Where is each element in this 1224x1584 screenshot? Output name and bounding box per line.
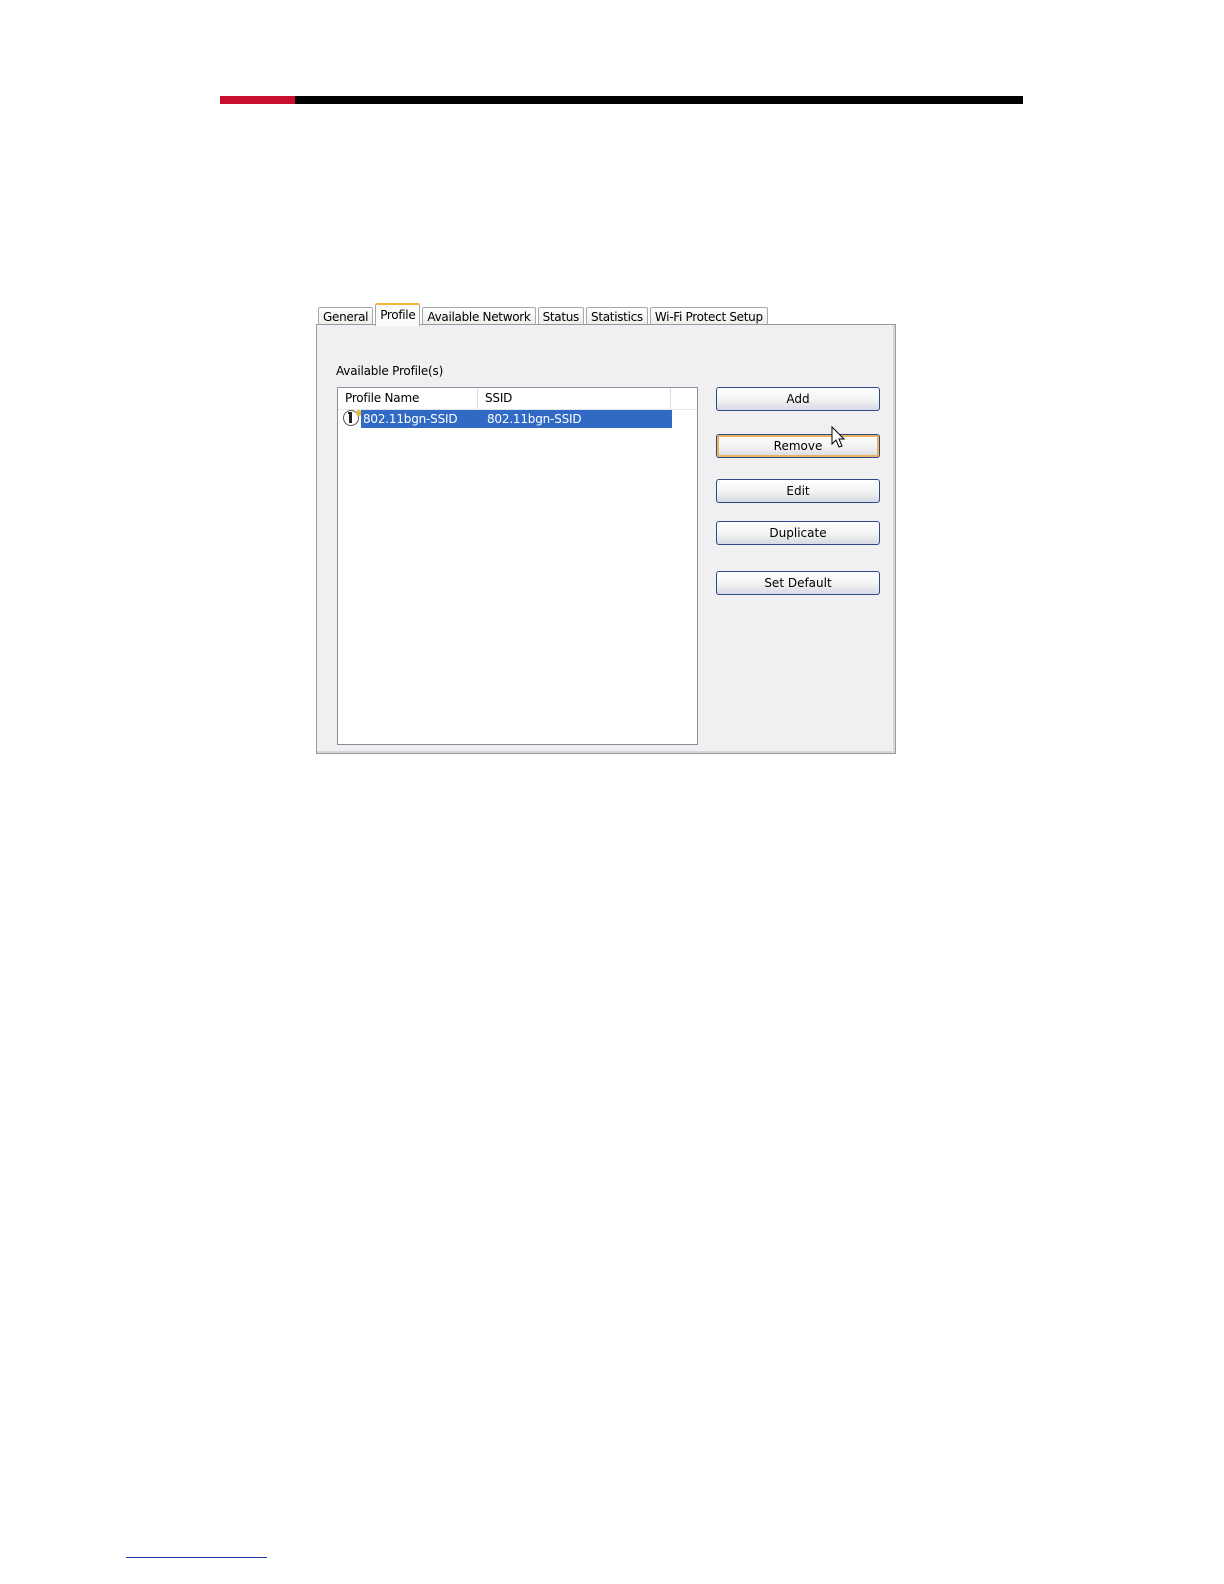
- utility-dialog: General Profile Available Network Status…: [316, 302, 896, 754]
- profile-panel: Available Profile(s) Profile Name SSID 8…: [316, 324, 896, 754]
- header-accent: [220, 96, 295, 104]
- profile-list-header: Profile Name SSID: [338, 388, 697, 410]
- edit-button[interactable]: Edit: [716, 479, 880, 503]
- profile-name-cell: 802.11bgn-SSID: [363, 412, 458, 426]
- available-profiles-label: Available Profile(s): [336, 364, 444, 378]
- column-header-ssid[interactable]: SSID: [478, 388, 671, 409]
- tab-profile[interactable]: Profile: [375, 303, 421, 326]
- column-header-profile-name[interactable]: Profile Name: [338, 388, 478, 409]
- page-header-rule: [220, 96, 1023, 104]
- footer-link-underline: [126, 1557, 267, 1558]
- profile-row[interactable]: 802.11bgn-SSID 802.11bgn-SSID: [338, 410, 697, 428]
- add-button[interactable]: Add: [716, 387, 880, 411]
- remove-button[interactable]: Remove: [716, 434, 880, 458]
- set-default-button[interactable]: Set Default: [716, 571, 880, 595]
- ssid-cell: 802.11bgn-SSID: [487, 412, 582, 426]
- tab-bar: General Profile Available Network Status…: [318, 302, 770, 326]
- duplicate-button[interactable]: Duplicate: [716, 521, 880, 545]
- mouse-pointer-icon: [831, 426, 846, 448]
- profile-list[interactable]: Profile Name SSID 802.11bgn-SSID 802.11b…: [337, 387, 698, 745]
- profile-row-selection[interactable]: 802.11bgn-SSID 802.11bgn-SSID: [361, 410, 672, 428]
- profile-info-icon: [343, 410, 362, 426]
